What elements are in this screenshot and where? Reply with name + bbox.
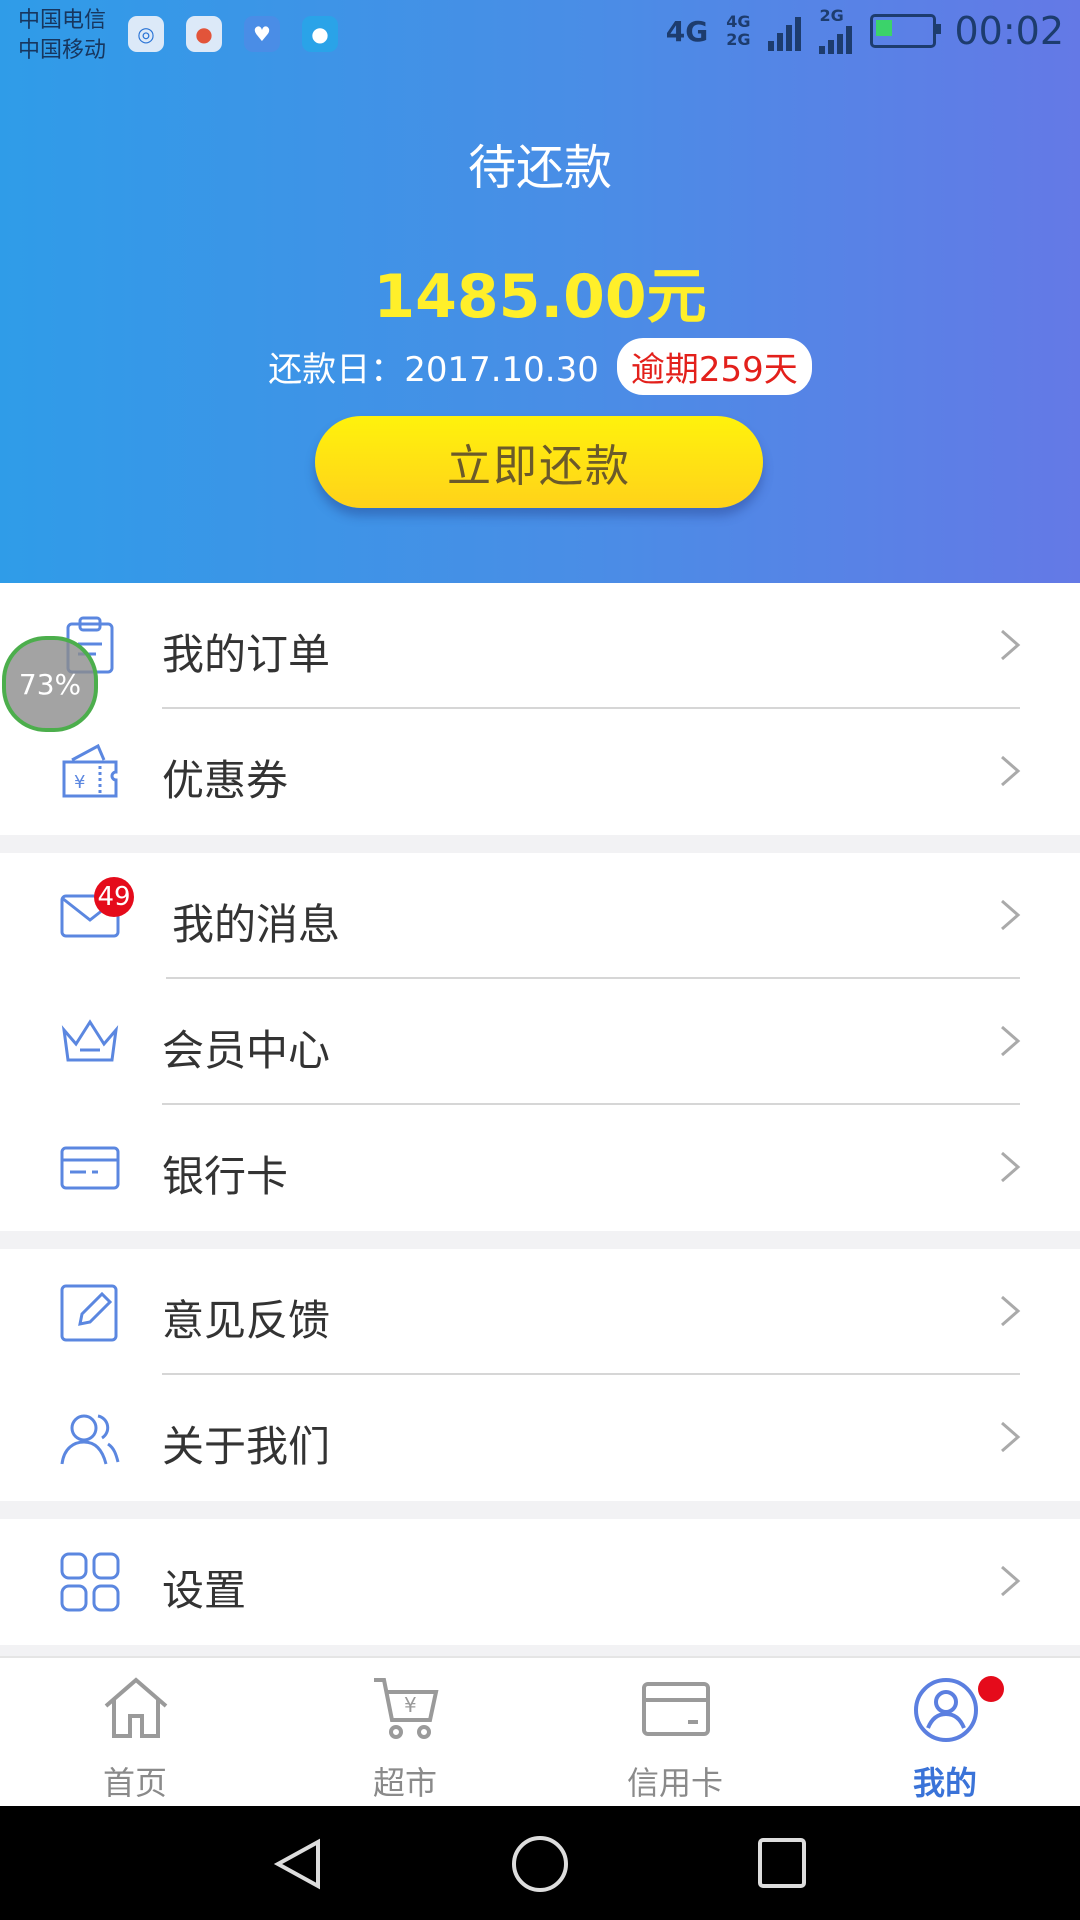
chevron-right-icon <box>1001 1565 1021 1597</box>
carrier-names: 中国电信 中国移动 <box>18 6 106 66</box>
dual-network: 4G 2G <box>726 12 751 49</box>
menu-item-label: 设置 <box>162 1566 247 1615</box>
svg-text:¥: ¥ <box>404 1693 417 1717</box>
chat-icon: ● <box>302 16 338 52</box>
browser-icon: ● <box>186 16 222 52</box>
menu-group-account: 49 我的消息 会员中心 银行卡 <box>0 853 1080 1231</box>
menu-item-label: 优惠券 <box>162 756 289 805</box>
tab-credit-card[interactable]: 信用卡 <box>540 1658 810 1808</box>
crown-icon <box>61 1019 119 1062</box>
notification-icons: ◎ ● ♥ ● <box>128 16 338 52</box>
signal-2g-icon <box>819 24 853 54</box>
chevron-right-icon <box>1001 1421 1021 1453</box>
repayment-header: 中国电信 中国移动 ◎ ● ♥ ● 4G 4G 2G 2G 00:02 待还款 … <box>0 0 1080 583</box>
battery-icon <box>870 14 942 48</box>
chevron-right-icon <box>1001 629 1021 661</box>
recents-icon[interactable] <box>754 1836 810 1892</box>
bank-card-icon <box>60 1146 120 1190</box>
menu-item-orders[interactable]: 我的订单 <box>0 583 1080 709</box>
notification-dot <box>978 1676 1004 1702</box>
health-icon: ♥ <box>244 16 280 52</box>
menu-item-label: 会员中心 <box>162 1026 331 1075</box>
menu-item-label: 我的消息 <box>172 900 341 949</box>
qq-icon: ◎ <box>128 16 164 52</box>
tab-label: 信用卡 <box>626 1764 723 1802</box>
home-circle-icon[interactable] <box>510 1836 570 1896</box>
coupon-icon: ¥ <box>62 743 118 798</box>
chevron-right-icon <box>1001 899 1021 931</box>
edit-icon <box>60 1284 118 1342</box>
menu-item-label: 关于我们 <box>162 1422 331 1471</box>
overdue-badge: 逾期259天 <box>616 338 812 395</box>
menu-item-label: 意见反馈 <box>162 1296 331 1345</box>
tab-mine[interactable]: 我的 <box>810 1658 1080 1808</box>
credit-card-icon <box>642 1682 710 1736</box>
people-icon <box>60 1414 120 1465</box>
pay-now-button[interactable]: 立即还款 <box>315 416 763 508</box>
menu-item-about-us[interactable]: 关于我们 <box>0 1375 1080 1501</box>
menu-item-label: 我的订单 <box>162 630 331 679</box>
menu-group-orders: 我的订单 ¥ 优惠券 <box>0 583 1080 835</box>
system-nav-bar <box>0 1806 1080 1920</box>
repayment-amount: 1485.00元 <box>373 262 707 332</box>
svg-text:¥: ¥ <box>74 772 85 793</box>
due-date: 还款日：2017.10.30 <box>268 350 599 390</box>
menu-item-label: 银行卡 <box>162 1152 289 1201</box>
menu-item-settings[interactable]: 设置 <box>0 1519 1080 1645</box>
tab-label: 我的 <box>912 1764 977 1802</box>
menu-item-feedback[interactable]: 意见反馈 <box>0 1249 1080 1375</box>
menu-group-settings: 设置 <box>0 1519 1080 1645</box>
page-title: 待还款 <box>467 140 612 196</box>
menu-group-support: 意见反馈 关于我们 <box>0 1249 1080 1501</box>
signal-icon <box>768 11 802 51</box>
tab-label: 超市 <box>372 1764 437 1802</box>
back-icon[interactable] <box>270 1836 326 1892</box>
chevron-right-icon <box>1001 1151 1021 1183</box>
carrier-2: 中国移动 <box>18 38 107 63</box>
cart-icon: ¥ <box>374 1678 439 1739</box>
tab-market[interactable]: ¥ 超市 <box>270 1658 540 1808</box>
clock: 00:02 <box>954 9 1064 53</box>
home-icon <box>104 1677 168 1738</box>
grid-icon <box>60 1552 120 1612</box>
network-4g: 4G <box>665 14 709 48</box>
status-right: 4G 4G 2G 2G 00:02 <box>666 8 1064 54</box>
chevron-right-icon <box>1001 1025 1021 1057</box>
menu-item-messages[interactable]: 49 我的消息 <box>0 853 1080 979</box>
menu-item-coupons[interactable]: ¥ 优惠券 <box>0 709 1080 835</box>
chevron-right-icon <box>1001 1295 1021 1327</box>
floating-memory-ball[interactable]: 73% <box>2 636 98 732</box>
menu-item-bank-card[interactable]: 银行卡 <box>0 1105 1080 1231</box>
chevron-right-icon <box>1001 755 1021 787</box>
due-info: 还款日：2017.10.30 逾期259天 <box>0 338 1080 395</box>
tab-home[interactable]: 首页 <box>0 1658 270 1808</box>
menu-item-membership[interactable]: 会员中心 <box>0 979 1080 1105</box>
bottom-tab-bar: 首页 ¥ 超市 信用卡 我的 <box>0 1656 1080 1808</box>
signal-2g: 2G <box>819 8 853 54</box>
tab-label: 首页 <box>102 1764 167 1802</box>
unread-badge: 49 <box>94 877 134 917</box>
carrier-1: 中国电信 <box>18 8 107 33</box>
user-icon <box>914 1678 978 1742</box>
status-bar: 中国电信 中国移动 ◎ ● ♥ ● 4G 4G 2G 2G 00:02 <box>0 0 1080 72</box>
